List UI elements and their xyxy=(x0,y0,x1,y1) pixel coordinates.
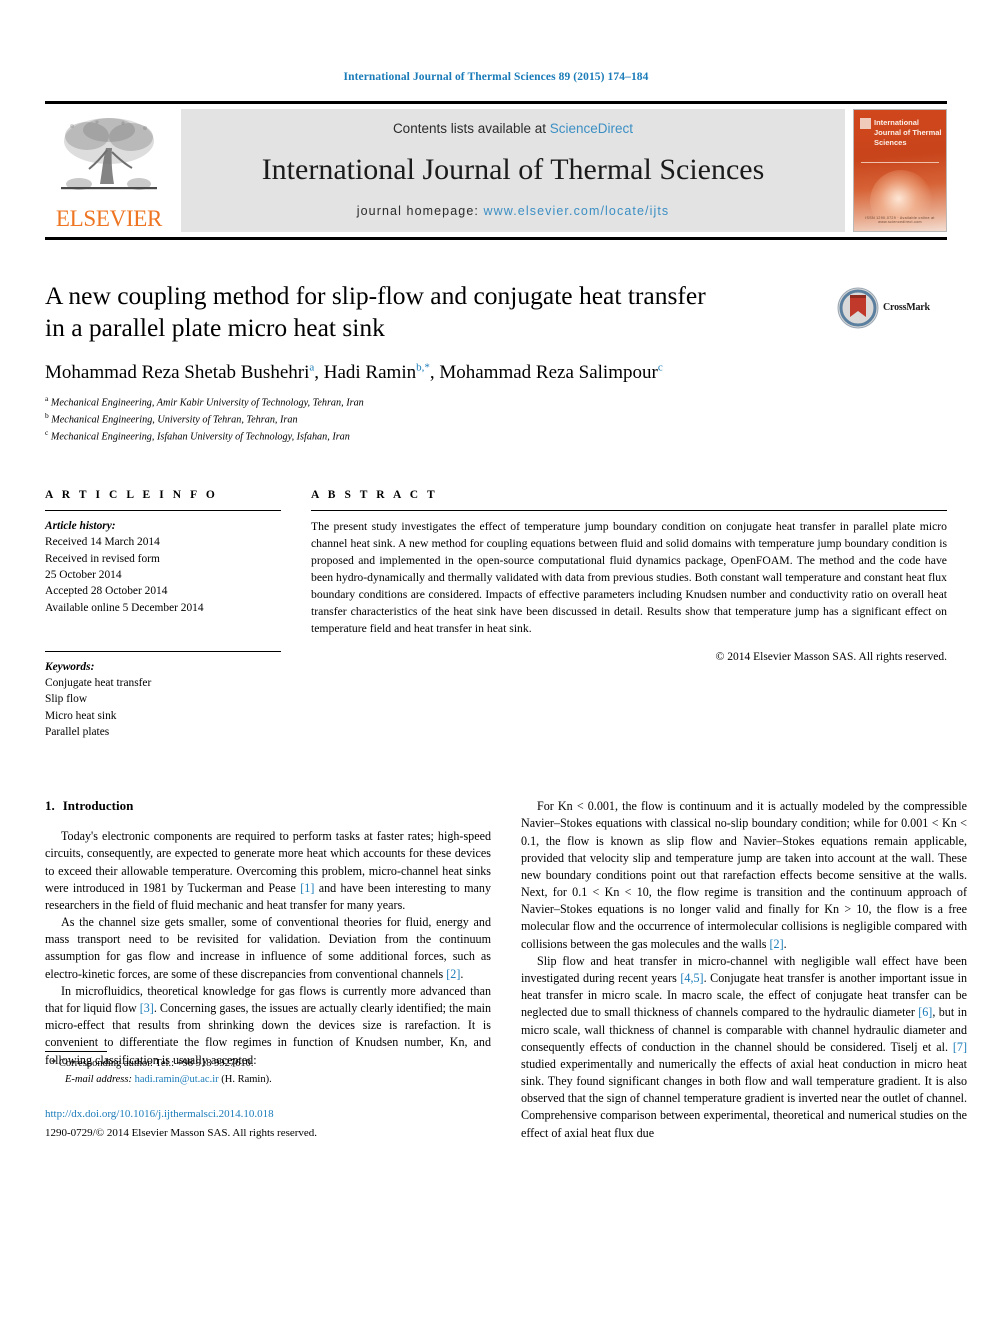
affiliation-list: a Mechanical Engineering, Amir Kabir Uni… xyxy=(45,394,947,446)
article-first-page: International Journal of Thermal Science… xyxy=(0,0,992,1323)
abstract-column: A B S T R A C T The present study invest… xyxy=(311,489,947,740)
article-info-heading: A R T I C L E I N F O xyxy=(45,489,218,502)
history-item: Accepted 28 October 2014 xyxy=(45,585,168,598)
running-head: International Journal of Thermal Science… xyxy=(343,71,649,83)
body-column-left: 1. Introduction Today's electronic compon… xyxy=(45,798,491,1141)
cover-publisher-mark-icon xyxy=(860,117,871,129)
section-title-text: Introduction xyxy=(62,798,134,814)
article-info-column: A R T I C L E I N F O Article history: R… xyxy=(45,489,281,740)
keyword-item: Micro heat sink xyxy=(45,709,117,722)
author-2-name: Hadi Ramin xyxy=(323,361,417,383)
journal-title: International Journal of Thermal Science… xyxy=(261,153,765,186)
corresponding-marker: * xyxy=(51,1058,57,1070)
author-3-name: Mohammad Reza Salimpour xyxy=(439,361,658,383)
paragraph: Slip flow and heat transfer in micro-cha… xyxy=(521,953,967,1140)
affiliation-a: a Mechanical Engineering, Amir Kabir Uni… xyxy=(45,394,947,411)
email-link[interactable]: hadi.ramin@ut.ac.ir xyxy=(135,1074,219,1085)
keywords-rule xyxy=(45,650,281,652)
citation-link[interactable]: [1] xyxy=(300,881,314,895)
elsevier-logo: ELSEVIER xyxy=(45,109,173,232)
history-item: Available online 5 December 2014 xyxy=(45,601,204,614)
article-history-block: Article history: Received 14 March 2014 … xyxy=(45,518,281,616)
affiliation-b-text: Mechanical Engineering, University of Te… xyxy=(51,414,298,426)
info-abstract-row: A R T I C L E I N F O Article history: R… xyxy=(45,489,947,740)
citation-link[interactable]: [2] xyxy=(446,967,460,981)
affiliation-c-text: Mechanical Engineering, Isfahan Universi… xyxy=(50,431,350,443)
keywords-label: Keywords: xyxy=(45,660,95,673)
corresponding-text: Corresponding author. Tel.: +98 918 9927… xyxy=(58,1058,254,1070)
affiliation-b-mark: b xyxy=(45,410,49,420)
title-line-1: A new coupling method for slip-flow and … xyxy=(45,280,706,310)
abstract-text: The present study investigates the effec… xyxy=(311,520,947,636)
citation-link[interactable]: [2] xyxy=(770,937,784,951)
elsevier-tree-icon xyxy=(61,117,157,190)
cover-divider xyxy=(861,161,939,163)
elsevier-wordmark: ELSEVIER xyxy=(55,205,163,231)
citation-link[interactable]: [7] xyxy=(953,1040,967,1054)
author-3-affiliation-mark[interactable]: c xyxy=(658,361,663,373)
sciencedirect-link[interactable]: ScienceDirect xyxy=(550,121,633,136)
history-item: Received in revised form xyxy=(45,552,160,565)
citation-link[interactable]: [6] xyxy=(918,1005,932,1019)
author-1-name: Mohammad Reza Shetab Bushehri xyxy=(45,361,310,383)
masthead-center-panel: Contents lists available at ScienceDirec… xyxy=(181,108,845,232)
journal-masthead: ELSEVIER Contents lists available at Sci… xyxy=(45,100,947,240)
abstract-rule xyxy=(311,510,947,512)
affiliation-a-mark: a xyxy=(45,393,49,403)
crossmark-label: CrossMark xyxy=(883,302,930,313)
body-column-right: For Kn < 0.001, the flow is continuum an… xyxy=(521,798,967,1141)
article-info-rule xyxy=(45,510,281,512)
paragraph: For Kn < 0.001, the flow is continuum an… xyxy=(521,799,967,951)
crossmark-badge[interactable]: CrossMark xyxy=(837,286,947,330)
journal-homepage-line: journal homepage: www.elsevier.com/locat… xyxy=(181,204,845,218)
history-item: Received 14 March 2014 xyxy=(45,536,160,549)
email-note: E-mail address: hadi.ramin@ut.ac.ir (H. … xyxy=(45,1072,491,1087)
paragraph: As the channel size gets smaller, some o… xyxy=(45,915,491,981)
issn-copyright-line: 1290-0729/© 2014 Elsevier Masson SAS. Al… xyxy=(45,1126,318,1139)
paragraph: Today's electronic components are requir… xyxy=(45,829,491,912)
keyword-item: Parallel plates xyxy=(45,725,110,738)
citation-link[interactable]: [4,5] xyxy=(680,971,703,985)
contents-available-line: Contents lists available at ScienceDirec… xyxy=(181,121,845,136)
doi-block: http://dx.doi.org/10.1016/j.ijthermalsci… xyxy=(45,1107,491,1142)
footnotes-block: * Corresponding author. Tel.: +98 918 99… xyxy=(45,1051,491,1142)
doi-link[interactable]: http://dx.doi.org/10.1016/j.ijthermalsci… xyxy=(45,1107,491,1123)
author-list: Mohammad Reza Shetab Bushehria, Hadi Ram… xyxy=(45,361,663,383)
email-label: E-mail address: xyxy=(65,1073,132,1085)
history-item: 25 October 2014 xyxy=(45,568,122,581)
cover-title: International Journal of Thermal Science… xyxy=(874,117,942,147)
homepage-prefix: journal homepage: xyxy=(356,203,484,218)
journal-cover-thumbnail: International Journal of Thermal Science… xyxy=(853,108,947,232)
crossmark-icon xyxy=(837,287,879,328)
keyword-item: Conjugate heat transfer xyxy=(45,677,152,690)
abstract-heading: A B S T R A C T xyxy=(311,489,438,502)
keyword-item: Slip flow xyxy=(45,693,88,706)
affiliation-c: c Mechanical Engineering, Isfahan Univer… xyxy=(45,428,947,445)
body-columns: 1. Introduction Today's electronic compon… xyxy=(45,798,967,1141)
cover-footer-text: ISSN 1290-0729 · Available online at www… xyxy=(865,215,935,224)
abstract-copyright: © 2014 Elsevier Masson SAS. All rights r… xyxy=(715,650,947,663)
section-number: 1. xyxy=(45,798,55,814)
corresponding-author-marker[interactable]: ,* xyxy=(422,361,430,373)
contents-prefix: Contents lists available at xyxy=(392,120,550,136)
affiliation-c-mark: c xyxy=(45,427,49,437)
title-block: A new coupling method for slip-flow and … xyxy=(45,280,947,446)
author-1-affiliation-mark[interactable]: a xyxy=(309,361,314,373)
footnote-rule xyxy=(45,1051,107,1053)
email-owner: (H. Ramin). xyxy=(221,1073,272,1085)
keywords-block: Keywords: Conjugate heat transfer Slip f… xyxy=(45,659,281,740)
corresponding-author-note: * Corresponding author. Tel.: +98 918 99… xyxy=(45,1056,491,1071)
article-history-label: Article history: xyxy=(45,520,116,533)
affiliation-b: b Mechanical Engineering, University of … xyxy=(45,411,947,428)
affiliation-a-text: Mechanical Engineering, Amir Kabir Unive… xyxy=(50,396,364,408)
page-title: A new coupling method for slip-flow and … xyxy=(45,280,800,344)
title-line-2: in a parallel plate micro heat sink xyxy=(45,312,385,342)
citation-link[interactable]: [3] xyxy=(140,1001,154,1015)
section-heading-introduction: 1. Introduction xyxy=(45,798,491,814)
journal-homepage-link[interactable]: www.elsevier.com/locate/ijts xyxy=(484,204,670,218)
